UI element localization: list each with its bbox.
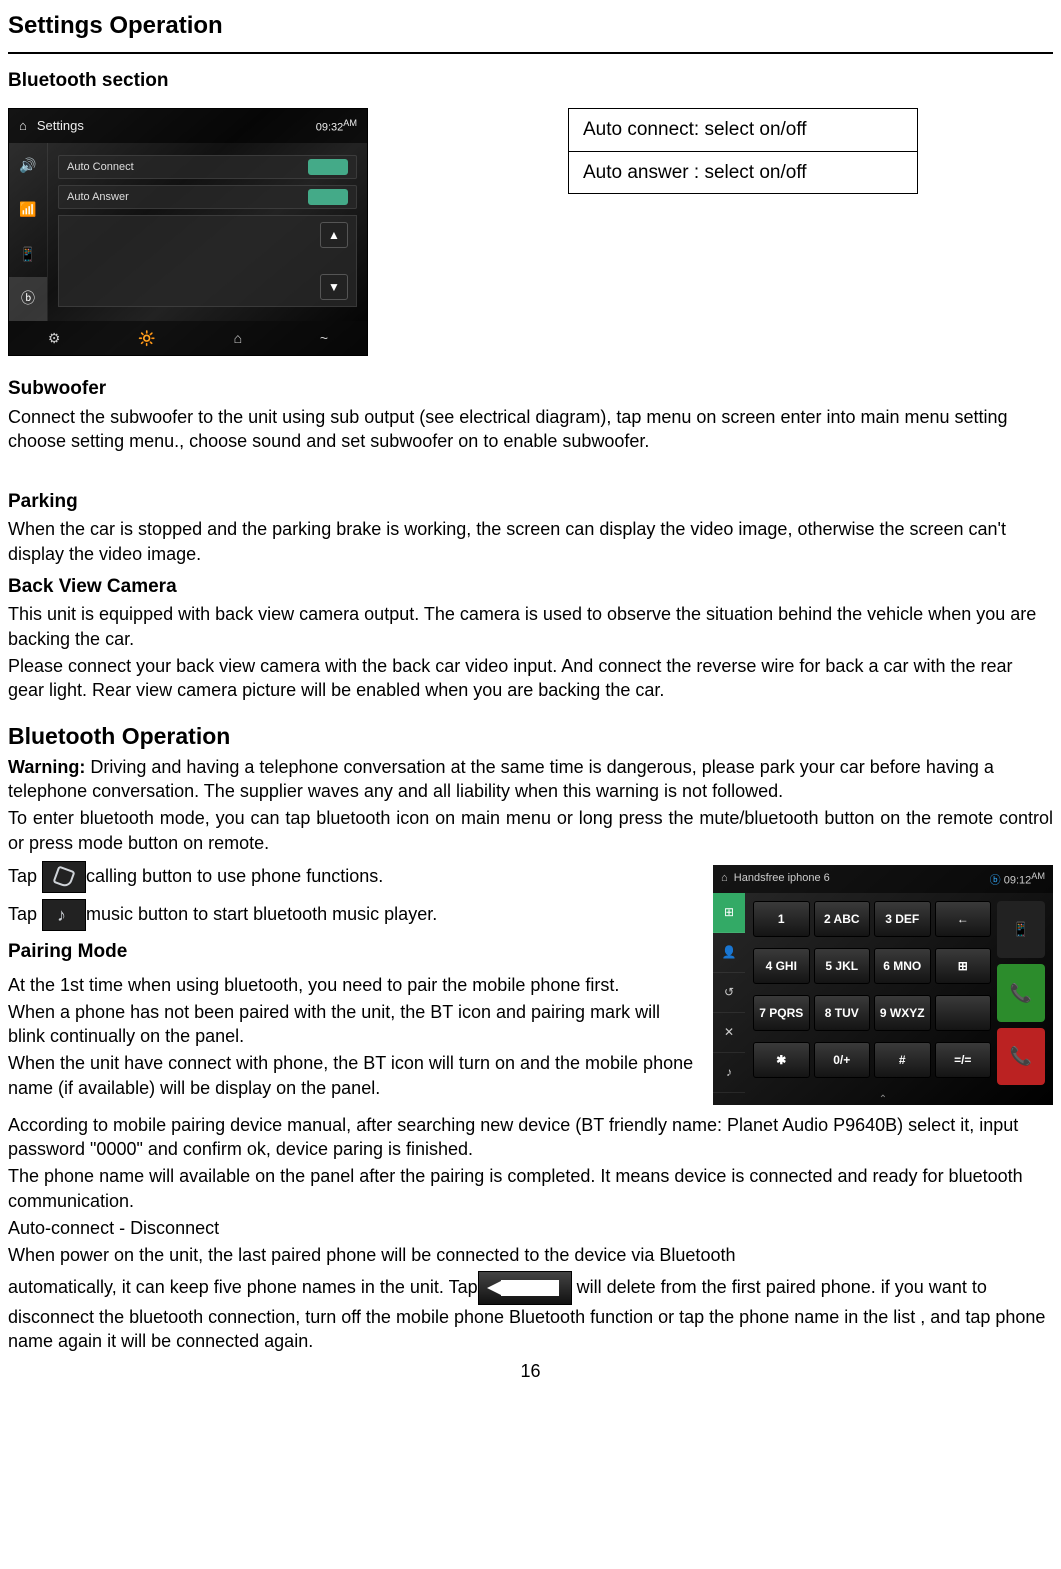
tap-pre-1: Tap (8, 866, 42, 886)
scroll-down-icon: ▼ (320, 274, 348, 300)
auto-connect-toggle-icon (308, 159, 348, 175)
parking-text: When the car is stopped and the parking … (8, 517, 1053, 566)
music-icon (42, 899, 86, 931)
key-1: 1 (753, 901, 810, 937)
hf-contacts-icon: 👤 (713, 933, 745, 973)
auto-connect-row: Auto Connect (58, 155, 357, 179)
key-7: 7 PQRS (753, 995, 810, 1031)
backcam-text-1: This unit is equipped with back view cam… (8, 602, 1053, 651)
warning-label: Warning: (8, 757, 85, 777)
hf-back-icon: ⌂ (721, 872, 728, 884)
warning-text: Driving and having a telephone conversat… (8, 757, 994, 801)
hf-time: 09:12 (1004, 874, 1032, 886)
phone-icon (42, 861, 86, 893)
hf-bt-icon: ⓑ (990, 874, 1001, 886)
tap-music-text: music button to start bluetooth music pl… (86, 904, 437, 924)
auto-answer-label: Auto Answer (67, 190, 129, 205)
hf-transfer-icon: 📱 (997, 901, 1045, 958)
hf-chevron-icon: ⌃ (713, 1093, 1053, 1105)
info-auto-answer: Auto answer : select on/off (569, 151, 918, 194)
side-wifi-icon: 📶 (9, 188, 47, 233)
bluetooth-section-heading: Bluetooth section (8, 68, 1053, 94)
key-4: 4 GHI (753, 948, 810, 984)
auto2a: automatically, it can keep five phone na… (8, 1276, 478, 1296)
tap-pre-2: Tap (8, 904, 42, 924)
bt-enter-text: To enter bluetooth mode, you can tap blu… (8, 806, 1053, 855)
bottom-gear-icon: ⚙ (48, 329, 61, 348)
hf-keypad: 1 2 ABC 3 DEF ← 4 GHI 5 JKL 6 MNO ⊞ 7 PQ… (753, 901, 991, 1085)
hf-unlink-icon: ✕ (713, 1013, 745, 1053)
hf-dialpad-icon: ⊞ (713, 893, 745, 933)
key-0: 0/+ (814, 1042, 871, 1078)
back-icon: ⌂ (19, 117, 27, 135)
key-grid: ⊞ (935, 948, 992, 984)
bt-warning-paragraph: Warning: Driving and having a telephone … (8, 755, 1053, 804)
side-phone-icon: 📱 (9, 232, 47, 277)
key-blank (935, 995, 992, 1031)
auto-answer-row: Auto Answer (58, 185, 357, 209)
subwoofer-heading: Subwoofer (8, 376, 1053, 402)
screenshot-title: Settings (37, 117, 84, 135)
bottom-eq-icon: ~ (320, 329, 328, 348)
auto-answer-toggle-icon (308, 189, 348, 205)
key-9: 9 WXYZ (874, 995, 931, 1031)
side-bluetooth-icon: ⓑ (9, 277, 47, 322)
hf-hangup-icon: 📞 (997, 1028, 1045, 1085)
key-5: 5 JKL (814, 948, 871, 984)
tap-call-text: calling button to use phone functions. (86, 866, 383, 886)
hf-music-icon: ♪ (713, 1053, 745, 1093)
bottom-brightness-icon: 🔆 (138, 329, 155, 348)
backcam-heading: Back View Camera (8, 574, 1053, 600)
page-title: Settings Operation (8, 10, 1053, 42)
pairing-p4: According to mobile pairing device manua… (8, 1113, 1053, 1162)
backcam-text-2: Please connect your back view camera wit… (8, 654, 1053, 703)
info-auto-connect: Auto connect: select on/off (569, 109, 918, 152)
bottom-home-icon: ⌂ (234, 329, 242, 348)
hf-history-icon: ↺ (713, 973, 745, 1013)
key-2: 2 ABC (814, 901, 871, 937)
parking-heading: Parking (8, 489, 1053, 515)
autoconnect-p2: automatically, it can keep five phone na… (8, 1271, 1053, 1354)
bluetooth-settings-screenshot: ⌂ Settings 09:32AM 🔊 📶 📱 ⓑ Auto Connect (8, 108, 368, 356)
autoconnect-heading: Auto-connect - Disconnect (8, 1216, 1053, 1240)
key-swap: =/= (935, 1042, 992, 1078)
clock-ampm: AM (343, 118, 357, 128)
hf-ampm: AM (1031, 871, 1045, 881)
scroll-up-icon: ▲ (320, 222, 348, 248)
paired-list-area: ▲ ▼ (58, 215, 357, 307)
hf-title: Handsfree iphone 6 (734, 872, 830, 884)
key-star: ✱ (753, 1042, 810, 1078)
clock-time: 09:32 (316, 121, 344, 133)
hf-call-icon: 📞 (997, 964, 1045, 1021)
key-8: 8 TUV (814, 995, 871, 1031)
key-3: 3 DEF (874, 901, 931, 937)
title-rule (8, 52, 1053, 54)
key-hash: # (874, 1042, 931, 1078)
page-number: 16 (8, 1359, 1053, 1383)
autoconnect-p1: When power on the unit, the last paired … (8, 1243, 1053, 1267)
info-table: Auto connect: select on/off Auto answer … (568, 108, 918, 194)
bt-operation-heading: Bluetooth Operation (8, 721, 1053, 752)
pairing-p5: The phone name will available on the pan… (8, 1164, 1053, 1213)
key-6: 6 MNO (874, 948, 931, 984)
auto-connect-label: Auto Connect (67, 160, 134, 175)
side-audio-icon: 🔊 (9, 143, 47, 188)
key-backspace: ← (935, 901, 992, 937)
handsfree-screenshot: ⌂ Handsfree iphone 6 ⓑ 09:12AM ⊞ 👤 ↺ ✕ ♪… (713, 865, 1053, 1105)
delete-icon (478, 1271, 572, 1305)
subwoofer-text: Connect the subwoofer to the unit using … (8, 405, 1053, 454)
